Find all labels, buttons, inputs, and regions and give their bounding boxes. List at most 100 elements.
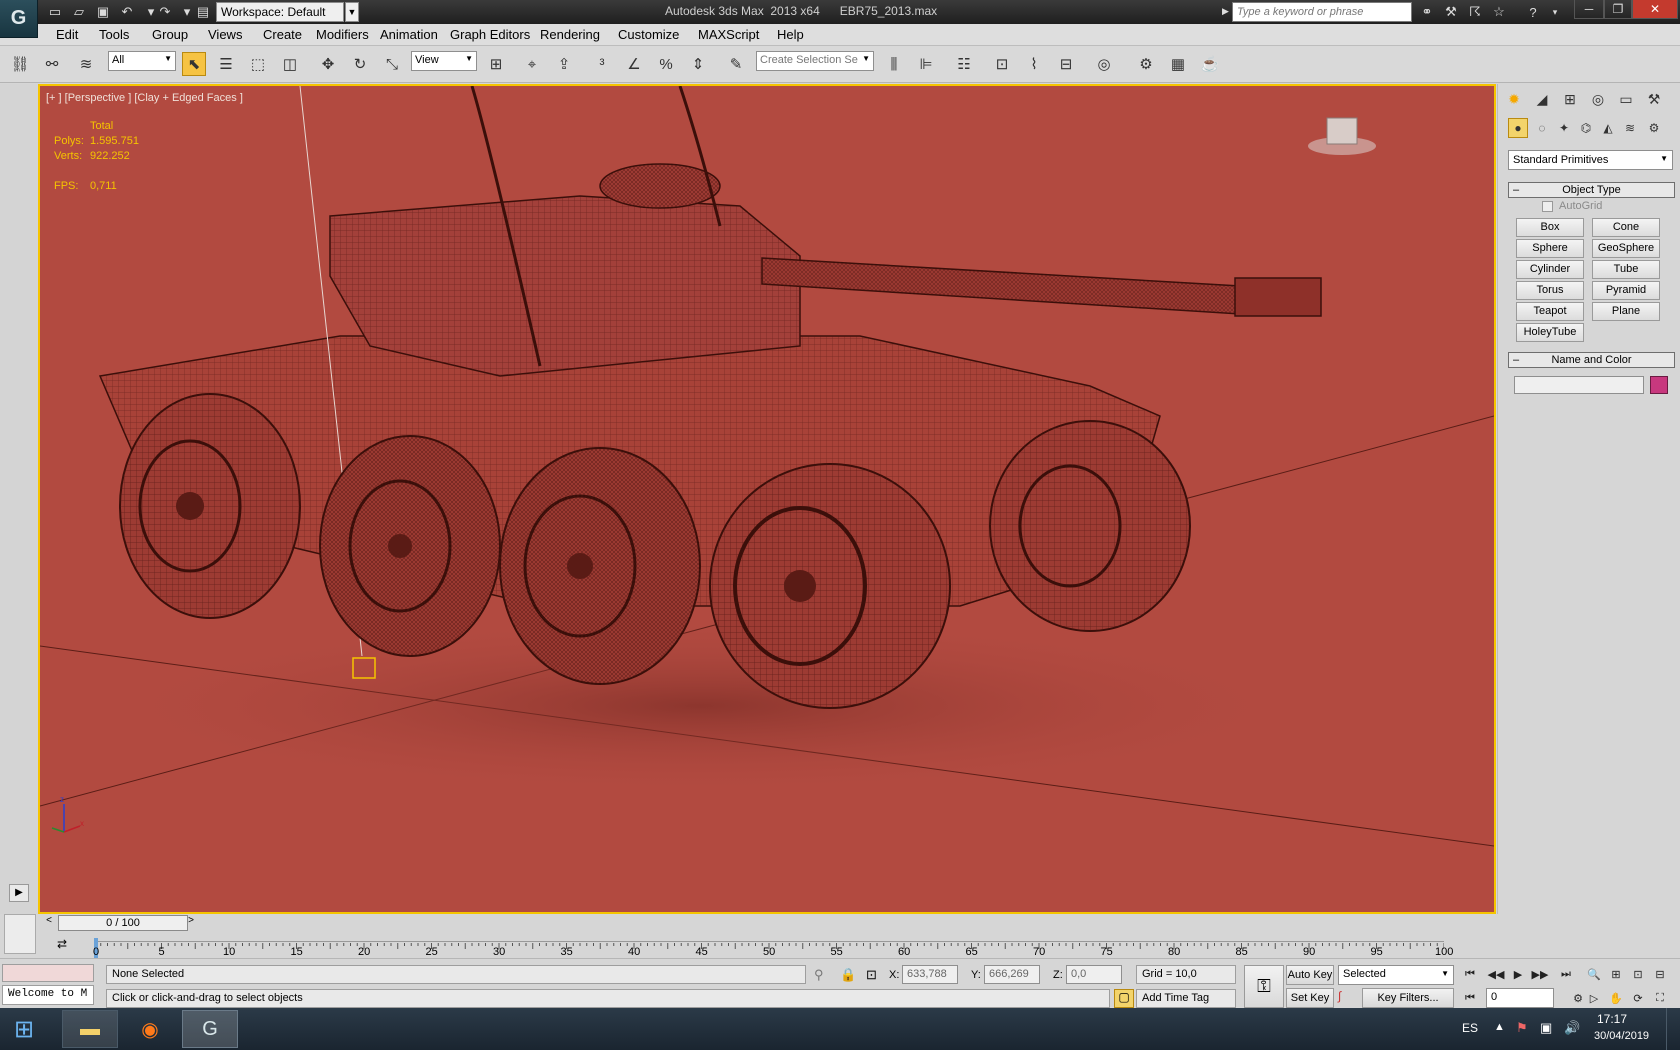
z-coordinate-field[interactable]: 0,0: [1066, 965, 1122, 984]
rendered-frame-window-icon[interactable]: ▦: [1166, 52, 1190, 76]
help-dropdown-icon[interactable]: ▾: [1546, 3, 1564, 21]
time-tag-icon[interactable]: ▢: [1114, 989, 1134, 1008]
lights-icon[interactable]: ✦: [1554, 118, 1574, 138]
reference-coordinate-dropdown[interactable]: View ▼: [411, 51, 477, 71]
percent-snap-icon[interactable]: %: [654, 52, 678, 76]
mirror-icon[interactable]: ⫼: [882, 52, 906, 76]
select-object-icon[interactable]: ⬉: [182, 52, 206, 76]
sphere-button[interactable]: Sphere: [1516, 239, 1584, 258]
maxscript-mini-listener[interactable]: Welcome to M: [2, 985, 94, 1005]
previous-frame-icon[interactable]: ◀◀: [1486, 965, 1506, 983]
restore-button[interactable]: ❐: [1604, 0, 1632, 19]
x-coordinate-field[interactable]: 633,788: [902, 965, 958, 984]
redo-icon[interactable]: ↷: [156, 3, 174, 21]
menu-animation[interactable]: Animation: [380, 27, 438, 42]
binoculars-icon[interactable]: ⚭: [1418, 3, 1436, 21]
prev-frame-arrow-icon[interactable]: <: [42, 915, 56, 931]
menu-help[interactable]: Help: [777, 27, 804, 42]
layer-manager-icon[interactable]: ☷: [952, 52, 976, 76]
systems-icon[interactable]: ⚙: [1644, 118, 1664, 138]
auto-key-button[interactable]: Auto Key: [1286, 965, 1334, 985]
curve-editor-icon[interactable]: ⌇: [1022, 52, 1046, 76]
undo-icon[interactable]: ↶: [118, 3, 136, 21]
absolute-mode-icon[interactable]: ⊡: [866, 967, 877, 983]
go-to-start-icon[interactable]: ⏮: [1460, 965, 1480, 983]
menu-tools[interactable]: Tools: [99, 27, 129, 42]
action-center-icon[interactable]: ⚑: [1516, 1020, 1528, 1036]
minimap-icon[interactable]: [4, 914, 36, 954]
expand-timeline-icon[interactable]: ▶: [9, 884, 29, 902]
menu-edit[interactable]: Edit: [56, 27, 78, 42]
pyramid-button[interactable]: Pyramid: [1592, 281, 1660, 300]
scale-icon[interactable]: ⤡: [380, 52, 404, 76]
menu-modifiers[interactable]: Modifiers: [316, 27, 369, 42]
primitives-dropdown[interactable]: Standard Primitives ▼: [1508, 150, 1673, 170]
menu-group[interactable]: Group: [152, 27, 188, 42]
maximize-viewport-icon[interactable]: ⛶: [1650, 989, 1670, 1007]
shapes-icon[interactable]: ◌: [1532, 118, 1552, 138]
display-tab-icon[interactable]: ▭: [1614, 88, 1638, 110]
save-icon[interactable]: ▣: [94, 3, 112, 21]
workspace-dropdown[interactable]: Workspace: Default: [216, 2, 344, 22]
language-indicator[interactable]: ES: [1462, 1021, 1478, 1035]
bind-space-warp-icon[interactable]: ≋: [74, 52, 98, 76]
select-by-name-icon[interactable]: ☰: [214, 52, 238, 76]
plane-button[interactable]: Plane: [1592, 302, 1660, 321]
object-color-swatch[interactable]: [1650, 376, 1668, 394]
lock-selection-icon[interactable]: 🔒: [840, 967, 856, 983]
network-icon[interactable]: ▣: [1540, 1020, 1552, 1036]
default-tangent-icon[interactable]: ∫: [1338, 989, 1358, 1008]
window-crossing-icon[interactable]: ◫: [278, 52, 302, 76]
cone-button[interactable]: Cone: [1592, 218, 1660, 237]
utilities-tab-icon[interactable]: ⚒: [1642, 88, 1666, 110]
graphite-toggle-icon[interactable]: ⊡: [990, 52, 1014, 76]
autogrid-checkbox[interactable]: [1542, 201, 1553, 212]
menu-create[interactable]: Create: [263, 27, 302, 42]
rectangular-selection-icon[interactable]: ⬚: [246, 52, 270, 76]
keyboard-shortcut-override-icon[interactable]: ⇪: [552, 52, 576, 76]
track-bar-menu-icon[interactable]: ⇄: [52, 937, 72, 955]
render-production-icon[interactable]: ☕: [1198, 52, 1222, 76]
y-coordinate-field[interactable]: 666,269: [984, 965, 1040, 984]
set-key-mode-icon[interactable]: ⚿: [1244, 965, 1284, 1008]
geosphere-button[interactable]: GeoSphere: [1592, 239, 1660, 258]
create-tab-icon[interactable]: ✹: [1502, 88, 1526, 110]
name-and-color-rollout[interactable]: – Name and Color: [1508, 352, 1675, 368]
named-selection-set-dropdown[interactable]: Create Selection Se ▼: [756, 51, 874, 71]
project-folder-icon[interactable]: ▤: [194, 3, 212, 21]
show-hidden-icons-icon[interactable]: ▲: [1494, 1021, 1505, 1033]
key-filters-button[interactable]: Key Filters...: [1362, 988, 1454, 1008]
pivot-center-icon[interactable]: ⊞: [484, 52, 508, 76]
app-logo-icon[interactable]: G: [0, 0, 38, 38]
file-explorer-icon[interactable]: ▬: [62, 1010, 118, 1048]
helpers-icon[interactable]: ◭: [1598, 118, 1618, 138]
render-setup-icon[interactable]: ⚙: [1134, 52, 1158, 76]
new-file-icon[interactable]: ▭: [46, 3, 64, 21]
next-frame-icon[interactable]: ▶▶: [1530, 965, 1550, 983]
orbit-icon[interactable]: ⟳: [1628, 989, 1648, 1007]
open-file-icon[interactable]: ▱: [70, 3, 88, 21]
communication-icon[interactable]: ☈: [1466, 3, 1484, 21]
snaps-toggle-icon[interactable]: ³: [590, 52, 614, 76]
current-frame-field[interactable]: 0: [1486, 988, 1554, 1008]
modify-tab-icon[interactable]: ◢: [1530, 88, 1554, 110]
box-button[interactable]: Box: [1516, 218, 1584, 237]
next-frame-arrow-icon[interactable]: >: [184, 915, 198, 931]
link-icon[interactable]: ⛓: [8, 52, 32, 76]
clock-date[interactable]: 30/04/2019: [1594, 1030, 1649, 1042]
edit-named-selection-icon[interactable]: ✎: [724, 52, 748, 76]
zoom-all-icon[interactable]: ⊞: [1606, 965, 1626, 983]
hierarchy-tab-icon[interactable]: ⊞: [1558, 88, 1582, 110]
add-time-tag[interactable]: Add Time Tag: [1136, 989, 1236, 1008]
maxscript-listener-top[interactable]: [2, 964, 94, 982]
workspace-dropdown-arrow-icon[interactable]: ▼: [345, 2, 359, 22]
perspective-viewport[interactable]: z x [+ ] [Perspective ] [Clay + Edged Fa…: [38, 84, 1496, 914]
viewport-label[interactable]: [+ ] [Perspective ] [Clay + Edged Faces …: [46, 92, 243, 104]
zoom-extents-icon[interactable]: ⊡: [1628, 965, 1648, 983]
menu-rendering[interactable]: Rendering: [540, 27, 600, 42]
torus-button[interactable]: Torus: [1516, 281, 1584, 300]
align-icon[interactable]: ⊫: [914, 52, 938, 76]
angle-snap-icon[interactable]: ∠: [622, 52, 646, 76]
time-slider[interactable]: 0 / 100: [58, 915, 188, 931]
holeytube-button[interactable]: HoleyTube: [1516, 323, 1584, 342]
